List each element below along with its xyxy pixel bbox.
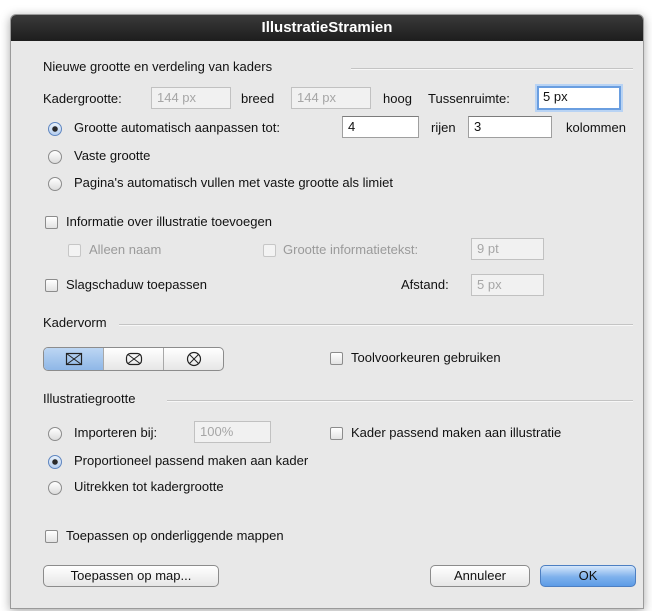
tool-prefs-checkbox[interactable] <box>330 352 343 365</box>
tool-prefs-label: Toolvoorkeuren gebruiken <box>351 350 501 365</box>
proportional-radio[interactable] <box>48 455 62 469</box>
apply-subfolders-checkbox[interactable] <box>45 530 58 543</box>
add-info-checkbox[interactable] <box>45 216 58 229</box>
auto-fill-label: Pagina's automatisch vullen met vaste gr… <box>74 175 393 190</box>
spacing-label: Tussenruimte: <box>428 91 510 106</box>
import-at-radio[interactable] <box>48 427 62 441</box>
illustration-grid-dialog: IllustratieStramien Nieuwe grootte en ve… <box>10 14 644 609</box>
add-info-label: Informatie over illustratie toevoegen <box>66 214 272 229</box>
fit-frame-to-illustration-label: Kader passend maken aan illustratie <box>351 425 562 440</box>
stretch-radio[interactable] <box>48 481 62 495</box>
stretch-label: Uitrekken tot kadergrootte <box>74 479 224 494</box>
import-at-label: Importeren bij: <box>74 425 158 440</box>
frame-circle-cross-icon <box>186 351 201 367</box>
frame-rounded-cross-icon <box>125 352 142 366</box>
spacing-field[interactable]: 5 px <box>537 86 621 110</box>
height-unit-label: hoog <box>383 91 412 106</box>
dialog-title: IllustratieStramien <box>11 15 643 41</box>
drop-shadow-label: Slagschaduw toepassen <box>66 277 207 292</box>
section-label-frame-shape: Kadervorm <box>43 315 107 330</box>
cancel-button[interactable]: Annuleer <box>430 565 530 587</box>
apply-subfolders-label: Toepassen op onderliggende mappen <box>66 528 284 543</box>
section-label-new-size: Nieuwe grootte en verdeling van kaders <box>43 59 273 74</box>
name-only-checkbox[interactable] <box>68 244 81 257</box>
fixed-size-label: Vaste grootte <box>74 148 151 163</box>
frame-square-cross-icon <box>65 352 82 366</box>
drop-shadow-checkbox[interactable] <box>45 279 58 292</box>
name-only-label: Alleen naam <box>89 242 162 257</box>
distance-field[interactable]: 5 px <box>471 274 544 296</box>
frame-shape-square-segment[interactable] <box>44 348 104 370</box>
frame-shape-segmented-control[interactable] <box>43 347 224 371</box>
rows-field[interactable]: 4 <box>342 116 419 138</box>
auto-fill-radio[interactable] <box>48 177 62 191</box>
columns-label: kolommen <box>566 120 626 135</box>
width-unit-label: breed <box>241 91 275 106</box>
fit-frame-to-illustration-checkbox[interactable] <box>330 427 343 440</box>
auto-fit-radio[interactable] <box>48 122 62 136</box>
info-text-size-label: Grootte informatietekst: <box>283 242 419 257</box>
frame-shape-circle-segment[interactable] <box>164 348 223 370</box>
import-at-field[interactable]: 100% <box>194 421 271 443</box>
info-text-size-checkbox[interactable] <box>263 244 276 257</box>
section-divider <box>119 324 633 326</box>
frame-width-field[interactable]: 144 px <box>151 87 231 109</box>
section-divider <box>167 400 633 402</box>
frame-shape-rounded-segment[interactable] <box>104 348 164 370</box>
rows-label: rijen <box>431 120 456 135</box>
fixed-size-radio[interactable] <box>48 150 62 164</box>
info-text-size-field[interactable]: 9 pt <box>471 238 544 260</box>
frame-size-label: Kadergrootte: <box>43 91 122 106</box>
auto-fit-label: Grootte automatisch aanpassen tot: <box>74 120 280 135</box>
section-divider <box>351 68 633 70</box>
ok-button[interactable]: OK <box>540 565 636 587</box>
columns-field[interactable]: 3 <box>468 116 552 138</box>
proportional-label: Proportioneel passend maken aan kader <box>74 453 309 468</box>
apply-to-folder-button[interactable]: Toepassen op map... <box>43 565 219 587</box>
section-label-illustration-size: Illustratiegrootte <box>43 391 136 406</box>
distance-label: Afstand: <box>401 277 449 292</box>
frame-height-field[interactable]: 144 px <box>291 87 371 109</box>
